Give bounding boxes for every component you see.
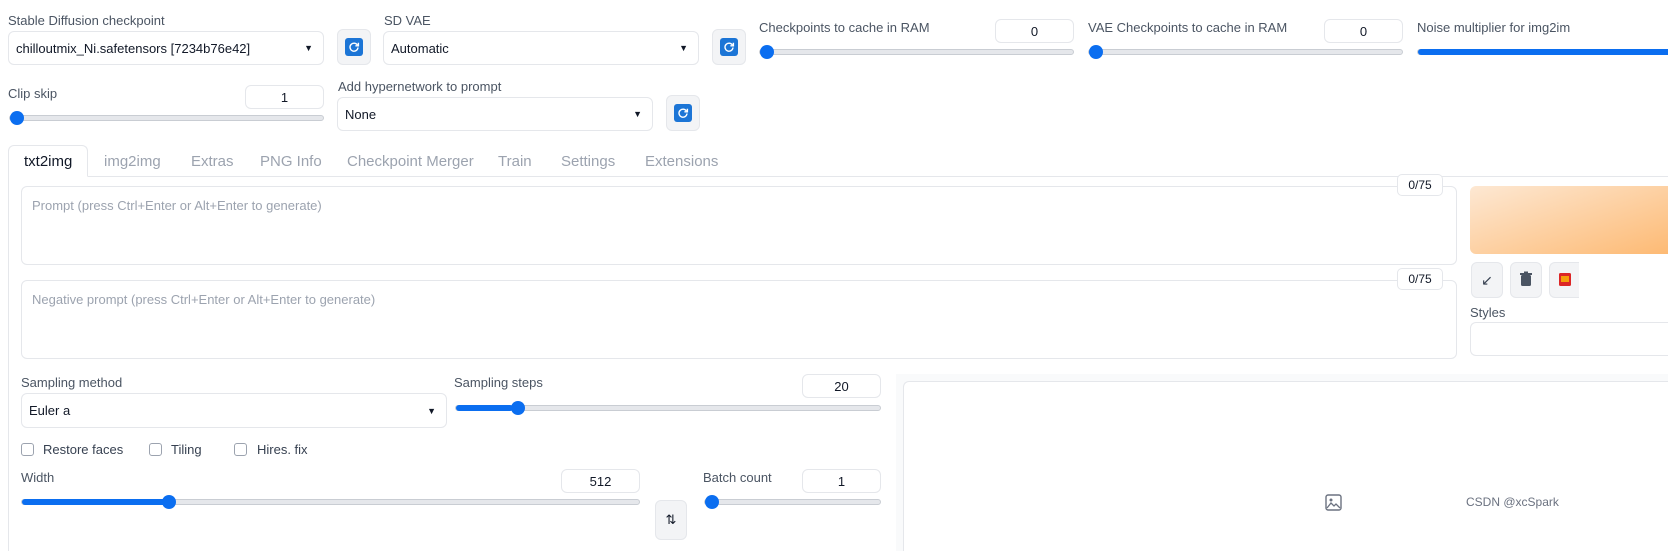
chevron-down-icon: ▼ [427, 405, 436, 416]
sampling-method-dropdown[interactable]: Euler a ▼ [21, 393, 447, 428]
tab-extensions[interactable]: Extensions [645, 153, 718, 170]
vae-refresh-button[interactable] [712, 29, 746, 65]
checkpoint-value: chilloutmix_Ni.safetensors [7234b76e42] [16, 40, 251, 56]
batch-count-slider[interactable] [704, 495, 881, 509]
tiling-checkbox[interactable] [149, 443, 162, 456]
restore-faces-label: Restore faces [43, 442, 124, 457]
tab-checkpoint-merger[interactable]: Checkpoint Merger [347, 153, 474, 170]
styles-label: Styles [1470, 305, 1506, 320]
width-label: Width [21, 470, 55, 485]
restore-faces-checkbox[interactable] [21, 443, 34, 456]
slider-fill [22, 499, 166, 505]
generate-button[interactable] [1470, 186, 1668, 254]
ckpt-cache-input[interactable]: 0 [995, 19, 1074, 43]
tab-extras[interactable]: Extras [191, 153, 234, 170]
ckpt-cache-slider[interactable] [759, 45, 1074, 59]
chevron-down-icon: ▼ [633, 109, 642, 119]
trash-icon [1519, 271, 1533, 290]
slider-fill [456, 405, 514, 411]
show-extra-networks-button[interactable] [1549, 262, 1579, 298]
slider-thumb[interactable] [162, 495, 177, 509]
width-input[interactable]: 512 [561, 469, 640, 493]
sampling-method-label: Sampling method [21, 375, 123, 390]
slider-fill [1418, 49, 1668, 55]
prompt-token-counter: 0/75 [1397, 174, 1443, 196]
tiling-label: Tiling [171, 442, 202, 457]
panel-border [8, 176, 9, 551]
batch-count-label: Batch count [703, 470, 772, 485]
vae-cache-slider[interactable] [1088, 45, 1403, 59]
checkpoint-refresh-button[interactable] [337, 29, 371, 65]
clip-skip-label: Clip skip [8, 86, 58, 101]
clear-prompt-button[interactable] [1510, 262, 1542, 298]
vae-dropdown[interactable]: Automatic ▼ [383, 31, 699, 65]
sampling-steps-label: Sampling steps [454, 375, 543, 390]
refresh-icon [720, 38, 738, 56]
negative-prompt-token-counter: 0/75 [1397, 268, 1443, 290]
sampling-steps-input[interactable]: 20 [802, 374, 881, 398]
output-gallery [903, 381, 1668, 551]
clip-skip-slider[interactable] [9, 111, 324, 125]
read-params-button[interactable]: ↙ [1471, 262, 1503, 298]
noise-multiplier-label: Noise multiplier for img2im [1417, 20, 1571, 35]
refresh-icon [674, 104, 692, 122]
ckpt-cache-label: Checkpoints to cache in RAM [759, 20, 930, 35]
chevron-down-icon: ▼ [679, 43, 688, 53]
arrow-icon: ↙ [1481, 271, 1493, 288]
chevron-down-icon: ▼ [304, 43, 313, 53]
vae-cache-label: VAE Checkpoints to cache in RAM [1088, 20, 1288, 35]
image-icon [1325, 494, 1342, 516]
hires-fix-label: Hires. fix [257, 442, 308, 457]
width-slider[interactable] [21, 495, 640, 509]
vae-label: SD VAE [384, 13, 431, 28]
slider-thumb[interactable] [511, 401, 526, 415]
watermark: CSDN @xcSpark [1466, 495, 1559, 509]
swap-icon: ⇅ [665, 512, 677, 527]
hypernetwork-value: None [345, 106, 377, 122]
hypernetwork-label: Add hypernetwork to prompt [338, 79, 502, 94]
clipboard-icon [1558, 271, 1572, 290]
prompt-textarea[interactable]: Prompt (press Ctrl+Enter or Alt+Enter to… [21, 186, 1457, 265]
tab-png-info[interactable]: PNG Info [260, 153, 322, 170]
tab-img2img[interactable]: img2img [104, 153, 161, 170]
tab-txt2img[interactable]: txt2img [24, 153, 72, 170]
tab-settings[interactable]: Settings [561, 153, 615, 170]
clip-skip-input[interactable]: 1 [245, 85, 324, 109]
slider-thumb[interactable] [705, 495, 719, 509]
hypernetwork-refresh-button[interactable] [666, 95, 700, 131]
tab-train[interactable]: Train [498, 153, 532, 170]
slider-thumb[interactable] [760, 45, 774, 59]
styles-dropdown[interactable] [1470, 322, 1668, 356]
batch-count-input[interactable]: 1 [802, 469, 881, 493]
vae-cache-input[interactable]: 0 [1324, 19, 1403, 43]
swap-dimensions-button[interactable]: ⇅ [655, 500, 687, 540]
slider-thumb[interactable] [10, 111, 24, 125]
checkpoint-label: Stable Diffusion checkpoint [8, 13, 165, 28]
refresh-icon [345, 38, 363, 56]
negative-prompt-textarea[interactable]: Negative prompt (press Ctrl+Enter or Alt… [21, 280, 1457, 359]
sampling-steps-slider[interactable] [455, 401, 881, 415]
hires-fix-checkbox[interactable] [234, 443, 247, 456]
noise-multiplier-slider[interactable] [1417, 49, 1668, 55]
slider-thumb[interactable] [1089, 45, 1103, 59]
vae-value: Automatic [391, 40, 449, 56]
checkpoint-dropdown[interactable]: chilloutmix_Ni.safetensors [7234b76e42] … [8, 31, 324, 65]
hypernetwork-dropdown[interactable]: None ▼ [337, 97, 653, 131]
sampling-method-value: Euler a [29, 403, 71, 418]
